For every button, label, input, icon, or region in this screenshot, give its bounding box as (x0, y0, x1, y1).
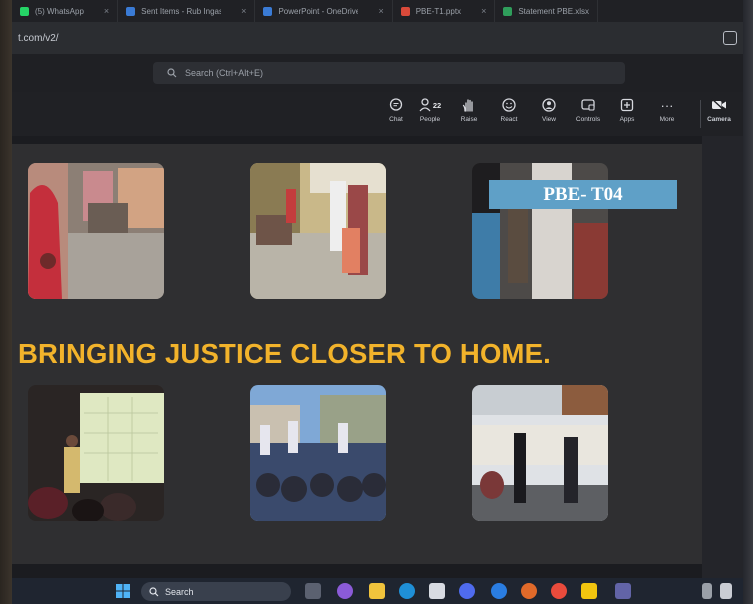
store-icon[interactable] (429, 583, 445, 599)
camera-icon (711, 97, 727, 113)
edge-icon[interactable] (399, 583, 415, 599)
chrome-icon[interactable] (551, 583, 567, 599)
more-label: More (659, 116, 675, 123)
browser-tab-pptx[interactable]: PBE-T1.pptx × (393, 0, 496, 22)
search-placeholder: Search (Ctrl+Alt+E) (185, 68, 264, 78)
discord-icon[interactable] (459, 583, 475, 599)
browser-tab-whatsapp[interactable]: (5) WhatsApp × (12, 0, 119, 22)
stage-side-panel (702, 136, 743, 578)
teams-icon[interactable] (615, 583, 631, 599)
slide-tag-label: PBE- T04 (489, 180, 677, 209)
slide-photo-street-play (472, 385, 608, 521)
teams-search-input[interactable]: Search (Ctrl+Alt+E) (153, 62, 625, 84)
close-icon[interactable]: × (241, 6, 246, 16)
chat-icon (388, 97, 404, 113)
slide-photo-group-students (250, 385, 386, 521)
close-icon[interactable]: × (378, 6, 383, 16)
file-explorer-icon[interactable] (369, 583, 385, 599)
view-icon (541, 97, 557, 113)
more-button[interactable]: ··· More (649, 97, 685, 124)
people-label: People (419, 116, 441, 123)
people-button[interactable]: 22 People (412, 97, 448, 123)
apps-label: Apps (619, 116, 635, 123)
chat-label: Chat (389, 116, 403, 123)
meeting-toolbar: Chat 22 People Raise React View Controls… (12, 92, 743, 136)
react-icon (501, 97, 517, 113)
task-view-icon[interactable] (305, 583, 321, 599)
taskbar-search-label: Search (165, 586, 194, 597)
slide-headline: BRINGING JUSTICE CLOSER TO HOME. (18, 338, 552, 369)
powerpoint-icon (400, 6, 410, 16)
view-label: View (542, 116, 556, 123)
raise-hand-icon (461, 97, 477, 113)
teams-title-bar: Search (Ctrl+Alt+E) (12, 54, 743, 92)
search-icon (149, 586, 159, 596)
tray-arrow-icon[interactable] (702, 583, 712, 599)
controls-button[interactable]: Controls (570, 97, 606, 123)
browser-tab-excel[interactable]: Statement PBE.xlsx (495, 0, 599, 22)
taskbar-search-input[interactable]: Search (141, 582, 291, 601)
url-text[interactable]: t.com/v2/ (18, 33, 723, 44)
sticky-notes-icon[interactable] (581, 583, 597, 599)
react-button[interactable]: React (491, 97, 527, 123)
tab-label: (5) WhatsApp (35, 6, 84, 16)
tab-label: Statement PBE.xlsx (518, 6, 590, 16)
shared-screen-stage: PBE- T04 BRINGING JUSTICE CLOSER TO HOME… (12, 136, 743, 578)
more-icon: ··· (660, 97, 674, 113)
excel-icon (503, 6, 513, 16)
windows-start-icon[interactable] (115, 583, 131, 599)
apps-icon (619, 97, 635, 113)
outlook-icon (126, 6, 136, 16)
search-icon (167, 68, 177, 78)
slide-photo-community-gathering (28, 163, 164, 299)
controls-icon (580, 97, 596, 113)
browser-tab-powerpoint[interactable]: PowerPoint - OneDrive × (255, 0, 393, 22)
tab-label: PBE-T1.pptx (415, 6, 462, 16)
people-icon: 22 (419, 97, 441, 113)
address-bar[interactable]: t.com/v2/ (12, 22, 743, 54)
windows-taskbar: Search (12, 578, 743, 604)
tab-label: PowerPoint - OneDrive (278, 6, 359, 16)
tab-label: Sent Items - Rub Ingasett (141, 6, 222, 16)
extensions-icon[interactable] (723, 31, 737, 45)
firefox-icon[interactable] (521, 583, 537, 599)
copilot-icon[interactable] (337, 583, 353, 599)
monitor-bezel-right (743, 0, 753, 604)
slide-photo-classroom-presentation (28, 385, 164, 521)
camera-label: Camera (707, 116, 731, 123)
view-button[interactable]: View (531, 97, 567, 123)
slide-photo-children-outdoors (250, 163, 386, 299)
close-icon[interactable]: × (104, 6, 109, 16)
camera-button[interactable]: Camera (701, 97, 737, 123)
browser-tab-mail[interactable]: Sent Items - Rub Ingasett × (118, 0, 256, 22)
controls-label: Controls (575, 116, 601, 123)
monitor-bezel-left (0, 0, 12, 604)
chat-button[interactable]: Chat (378, 97, 414, 123)
onedrive-icon (263, 6, 273, 16)
people-count: 22 (432, 100, 442, 110)
photos-icon[interactable] (491, 583, 507, 599)
raise-label: Raise (460, 116, 478, 123)
presentation-slide: PBE- T04 BRINGING JUSTICE CLOSER TO HOME… (12, 144, 702, 564)
wifi-icon[interactable] (720, 583, 732, 599)
raise-hand-button[interactable]: Raise (451, 97, 487, 123)
close-icon[interactable]: × (481, 6, 486, 16)
react-label: React (500, 116, 518, 123)
whatsapp-icon (20, 6, 29, 16)
browser-tab-strip: (5) WhatsApp × Sent Items - Rub Ingasett… (12, 0, 743, 22)
apps-button[interactable]: Apps (609, 97, 645, 123)
